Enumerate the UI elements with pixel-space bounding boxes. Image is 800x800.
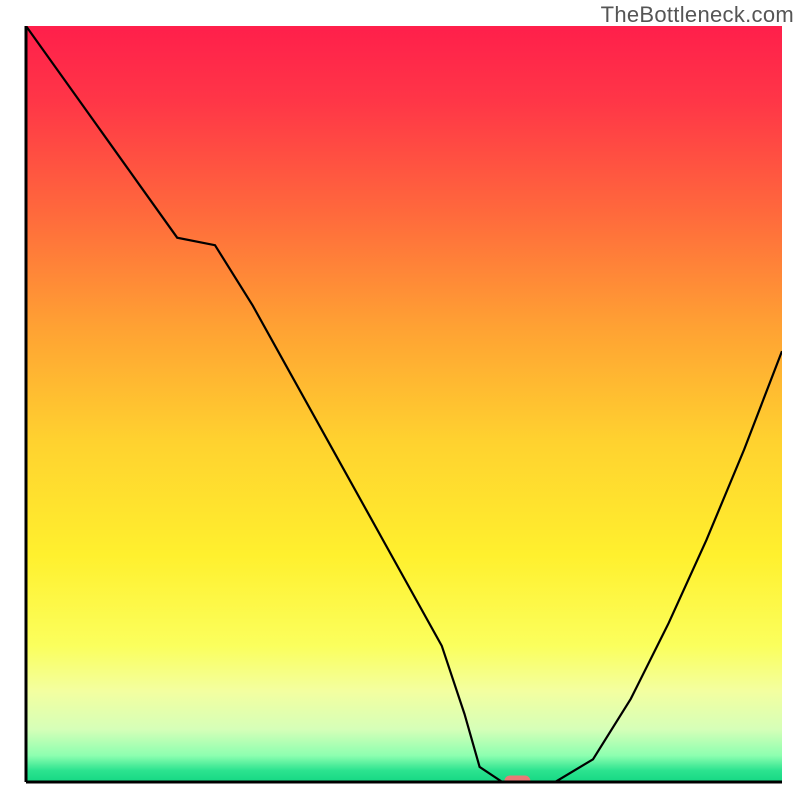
chart-svg bbox=[0, 0, 800, 800]
gradient-background bbox=[26, 26, 782, 782]
watermark-text: TheBottleneck.com bbox=[601, 2, 794, 28]
bottleneck-chart: TheBottleneck.com bbox=[0, 0, 800, 800]
